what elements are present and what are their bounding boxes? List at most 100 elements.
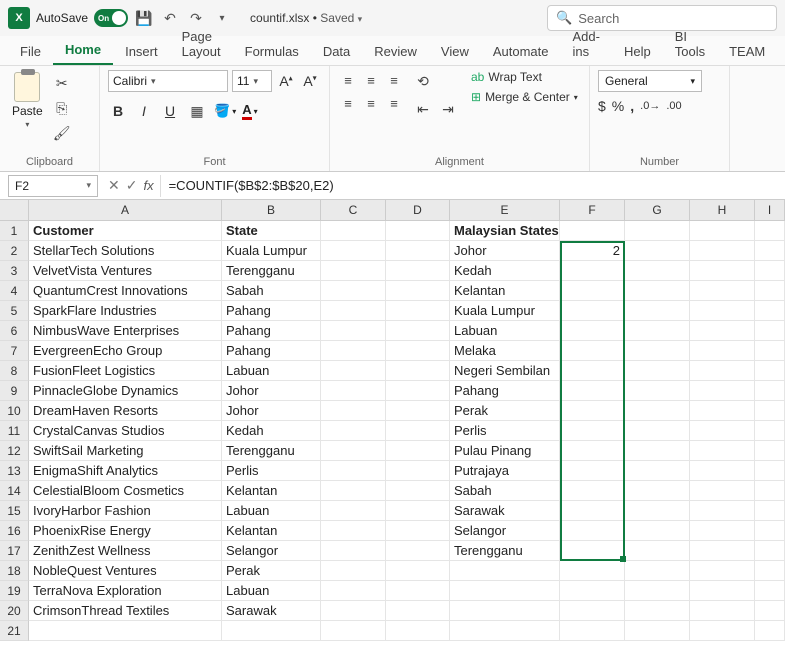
cell-D1[interactable]	[386, 221, 450, 241]
cell-H1[interactable]	[690, 221, 755, 241]
cell-H21[interactable]	[690, 621, 755, 641]
cell-E14[interactable]: Sabah	[450, 481, 560, 501]
tab-automate[interactable]: Automate	[481, 38, 561, 65]
cancel-formula-icon[interactable]: ✕	[108, 177, 120, 194]
cell-E18[interactable]	[450, 561, 560, 581]
cell-H15[interactable]	[690, 501, 755, 521]
increase-indent-icon[interactable]: ⇥	[437, 98, 459, 120]
column-header-A[interactable]: A	[29, 200, 222, 221]
cell-H19[interactable]	[690, 581, 755, 601]
cell-F15[interactable]	[560, 501, 625, 521]
cell-B6[interactable]: Pahang	[222, 321, 321, 341]
cell-E3[interactable]: Kedah	[450, 261, 560, 281]
cell-E8[interactable]: Negeri Sembilan	[450, 361, 560, 381]
row-header[interactable]: 5	[0, 301, 29, 321]
cell-A13[interactable]: EnigmaShift Analytics	[29, 461, 222, 481]
cell-I20[interactable]	[755, 601, 785, 621]
row-header[interactable]: 16	[0, 521, 29, 541]
cell-D8[interactable]	[386, 361, 450, 381]
row-header[interactable]: 1	[0, 221, 29, 241]
cell-C12[interactable]	[321, 441, 386, 461]
row-header[interactable]: 2	[0, 241, 29, 261]
cell-A1[interactable]: Customer	[29, 221, 222, 241]
align-middle-icon[interactable]: ≡	[361, 70, 381, 90]
cell-I16[interactable]	[755, 521, 785, 541]
cell-G16[interactable]	[625, 521, 690, 541]
cell-H14[interactable]	[690, 481, 755, 501]
cell-B20[interactable]: Sarawak	[222, 601, 321, 621]
cell-E12[interactable]: Pulau Pinang	[450, 441, 560, 461]
cell-G20[interactable]	[625, 601, 690, 621]
increase-decimal-icon[interactable]: .0→	[640, 100, 660, 112]
tab-data[interactable]: Data	[311, 38, 362, 65]
cell-H17[interactable]	[690, 541, 755, 561]
column-header-B[interactable]: B	[222, 200, 321, 221]
tab-insert[interactable]: Insert	[113, 38, 170, 65]
cell-A11[interactable]: CrystalCanvas Studios	[29, 421, 222, 441]
cell-E15[interactable]: Sarawak	[450, 501, 560, 521]
cell-I4[interactable]	[755, 281, 785, 301]
cell-B15[interactable]: Labuan	[222, 501, 321, 521]
cell-B11[interactable]: Kedah	[222, 421, 321, 441]
cell-G3[interactable]	[625, 261, 690, 281]
cell-C4[interactable]	[321, 281, 386, 301]
column-header-H[interactable]: H	[690, 200, 755, 221]
align-right-icon[interactable]: ≡	[384, 93, 404, 113]
format-painter-icon[interactable]: 🖌	[51, 122, 73, 144]
cell-I8[interactable]	[755, 361, 785, 381]
cell-E2[interactable]: Johor	[450, 241, 560, 261]
cell-D5[interactable]	[386, 301, 450, 321]
cell-A17[interactable]: ZenithZest Wellness	[29, 541, 222, 561]
row-header[interactable]: 15	[0, 501, 29, 521]
cell-D2[interactable]	[386, 241, 450, 261]
cell-D6[interactable]	[386, 321, 450, 341]
paste-button[interactable]: Paste ▾	[8, 70, 47, 131]
cell-C11[interactable]	[321, 421, 386, 441]
number-format-select[interactable]: General▾	[598, 70, 702, 92]
cell-I17[interactable]	[755, 541, 785, 561]
row-header[interactable]: 4	[0, 281, 29, 301]
cell-F1[interactable]	[560, 221, 625, 241]
cell-G2[interactable]	[625, 241, 690, 261]
cell-I1[interactable]	[755, 221, 785, 241]
row-header[interactable]: 17	[0, 541, 29, 561]
cell-B8[interactable]: Labuan	[222, 361, 321, 381]
cell-H12[interactable]	[690, 441, 755, 461]
row-header[interactable]: 9	[0, 381, 29, 401]
cell-H13[interactable]	[690, 461, 755, 481]
column-header-I[interactable]: I	[755, 200, 785, 221]
cell-G18[interactable]	[625, 561, 690, 581]
cell-F8[interactable]	[560, 361, 625, 381]
cell-D15[interactable]	[386, 501, 450, 521]
column-header-G[interactable]: G	[625, 200, 690, 221]
cell-D10[interactable]	[386, 401, 450, 421]
cell-G15[interactable]	[625, 501, 690, 521]
cell-G12[interactable]	[625, 441, 690, 461]
cell-G19[interactable]	[625, 581, 690, 601]
cell-E9[interactable]: Pahang	[450, 381, 560, 401]
cell-E5[interactable]: Kuala Lumpur	[450, 301, 560, 321]
cell-C14[interactable]	[321, 481, 386, 501]
file-name[interactable]: countif.xlsx • Saved ▾	[250, 11, 362, 25]
cell-G6[interactable]	[625, 321, 690, 341]
cell-F6[interactable]	[560, 321, 625, 341]
cell-H6[interactable]	[690, 321, 755, 341]
decrease-font-icon[interactable]: A▾	[300, 73, 320, 89]
align-top-icon[interactable]: ≡	[338, 70, 358, 90]
cell-B2[interactable]: Kuala Lumpur	[222, 241, 321, 261]
cell-F9[interactable]	[560, 381, 625, 401]
cell-F7[interactable]	[560, 341, 625, 361]
cell-A18[interactable]: NobleQuest Ventures	[29, 561, 222, 581]
cell-B17[interactable]: Selangor	[222, 541, 321, 561]
column-header-E[interactable]: E	[450, 200, 560, 221]
cell-B7[interactable]: Pahang	[222, 341, 321, 361]
cell-F12[interactable]	[560, 441, 625, 461]
cell-F17[interactable]	[560, 541, 625, 561]
cell-E7[interactable]: Melaka	[450, 341, 560, 361]
cell-I6[interactable]	[755, 321, 785, 341]
cell-F19[interactable]	[560, 581, 625, 601]
italic-button[interactable]: I	[134, 103, 154, 119]
cell-G4[interactable]	[625, 281, 690, 301]
cell-H10[interactable]	[690, 401, 755, 421]
cell-C15[interactable]	[321, 501, 386, 521]
